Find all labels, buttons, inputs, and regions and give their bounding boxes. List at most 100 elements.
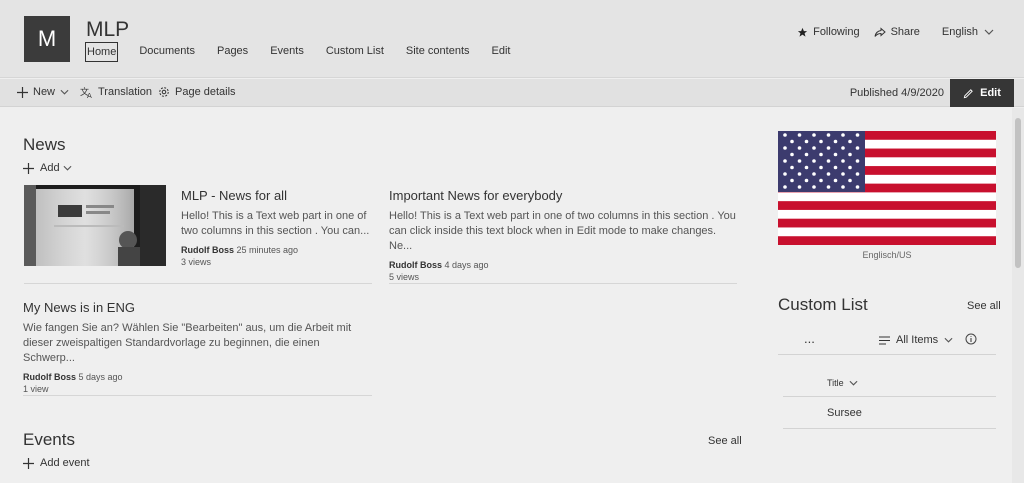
add-event-button[interactable]: Add event (23, 457, 90, 469)
header-actions: Following Share English (783, 26, 994, 38)
language-selector[interactable]: English (942, 26, 994, 38)
nav-home[interactable]: Home (85, 42, 119, 62)
more-options-icon[interactable]: ... (804, 331, 815, 346)
news-card-meta: Rudolf Boss 25 minutes ago (181, 245, 371, 255)
news-card[interactable]: My News is in ENG Wie fangen Sie an? Wäh… (23, 300, 373, 394)
page-details-button[interactable]: Page details (158, 86, 236, 98)
scrollbar-thumb[interactable] (1015, 118, 1021, 268)
flag-star (797, 146, 802, 150)
events-see-all-link[interactable]: See all (708, 435, 742, 447)
news-card-author[interactable]: Rudolf Boss (23, 372, 76, 382)
flag-star (783, 185, 787, 189)
flag-star (841, 133, 845, 137)
news-divider (23, 395, 372, 396)
title-column-header[interactable]: Title (827, 378, 858, 388)
chevron-down-icon (984, 29, 994, 35)
news-card-meta: Rudolf Boss 4 days ago (389, 260, 739, 270)
view-selector[interactable]: All Items (879, 334, 953, 346)
plus-icon (17, 86, 28, 98)
site-nav: Home Documents Pages Events Custom List … (85, 42, 531, 62)
flag-star (833, 165, 838, 170)
flag-star (797, 159, 802, 163)
news-card-author[interactable]: Rudolf Boss (389, 260, 442, 270)
flag-star (797, 172, 802, 176)
nav-events[interactable]: Events (269, 42, 305, 62)
flag-star (812, 159, 816, 163)
news-card[interactable]: Important News for everybody Hello! This… (389, 188, 739, 282)
following-label: Following (813, 26, 860, 38)
chevron-down-icon (849, 380, 858, 386)
news-card-description: Hello! This is a Text web part in one of… (389, 210, 736, 252)
news-card-title[interactable]: Important News for everybody (389, 188, 739, 203)
site-logo[interactable]: M (24, 16, 70, 62)
list-column-header[interactable]: Title (783, 367, 996, 397)
news-thumbnail-image[interactable] (24, 185, 166, 266)
flag-star (848, 152, 852, 157)
site-header: M MLP Home Documents Pages Events Custom… (0, 0, 1024, 78)
title-column-label: Title (827, 378, 844, 388)
nav-edit[interactable]: Edit (491, 42, 512, 62)
site-title[interactable]: MLP (86, 18, 129, 42)
nav-pages[interactable]: Pages (216, 42, 249, 62)
flag-stripe (778, 192, 996, 202)
flag-star (790, 178, 794, 183)
edit-label: Edit (980, 87, 1001, 99)
news-card-title[interactable]: MLP - News for all (181, 188, 371, 203)
flag-star (833, 178, 838, 183)
flag-stripe (778, 209, 996, 219)
news-card[interactable]: MLP - News for all Hello! This is a Text… (181, 188, 371, 267)
flag-star (855, 146, 860, 150)
news-card-description: Hello! This is a Text web part in one of… (181, 210, 370, 237)
flag-star (783, 133, 787, 137)
nav-site-contents[interactable]: Site contents (405, 42, 471, 62)
flag-star (826, 185, 831, 189)
flag-star (841, 146, 845, 150)
news-card-time: 5 days ago (78, 372, 123, 382)
pencil-icon (963, 88, 973, 98)
custom-list-see-all-link[interactable]: See all (967, 300, 1001, 312)
star-icon (798, 27, 808, 37)
published-status: Published 4/9/2020 (849, 87, 944, 99)
flag-star (855, 159, 860, 163)
edit-button[interactable]: Edit (950, 79, 1014, 107)
translate-icon: 文A (80, 86, 92, 98)
news-card-description: Wie fangen Sie an? Wählen Sie "Bearbeite… (23, 322, 352, 364)
flag-star (833, 139, 838, 144)
share-button[interactable]: Share (874, 26, 920, 38)
nav-custom-list[interactable]: Custom List (325, 42, 385, 62)
following-button[interactable]: Following (797, 26, 860, 38)
flag-star (841, 185, 845, 189)
flag-star (804, 165, 809, 170)
list-row[interactable]: Sursee (783, 397, 996, 429)
flag-star (855, 172, 860, 176)
flag-star (855, 185, 860, 189)
flag-star (841, 172, 845, 176)
share-icon (874, 26, 886, 37)
chevron-down-icon (944, 337, 953, 343)
flag-star (855, 133, 860, 137)
flag-stripe (778, 201, 996, 211)
us-flag-image[interactable] (778, 131, 996, 245)
news-add-button[interactable]: Add (23, 162, 72, 174)
page-scrollbar[interactable] (1012, 108, 1024, 483)
news-card-author[interactable]: Rudolf Boss (181, 245, 234, 255)
flag-star (848, 139, 852, 144)
news-card-views: 3 views (181, 257, 212, 267)
flag-star (812, 146, 816, 150)
translation-button[interactable]: 文A Translation (80, 86, 152, 98)
flag-star (797, 133, 802, 137)
news-divider (24, 283, 372, 284)
new-button[interactable]: New (17, 86, 74, 98)
flag-star (783, 146, 787, 150)
news-divider (389, 283, 737, 284)
flag-star (812, 185, 816, 189)
flag-star (826, 146, 831, 150)
news-card-views: 5 views (389, 272, 420, 282)
list-row-title[interactable]: Sursee (827, 407, 862, 419)
news-card-title[interactable]: My News is in ENG (23, 300, 373, 315)
info-icon[interactable] (965, 333, 977, 345)
list-view-icon (879, 335, 890, 345)
nav-documents[interactable]: Documents (138, 42, 196, 62)
news-card-time: 4 days ago (444, 260, 489, 270)
flag-star (819, 178, 823, 183)
